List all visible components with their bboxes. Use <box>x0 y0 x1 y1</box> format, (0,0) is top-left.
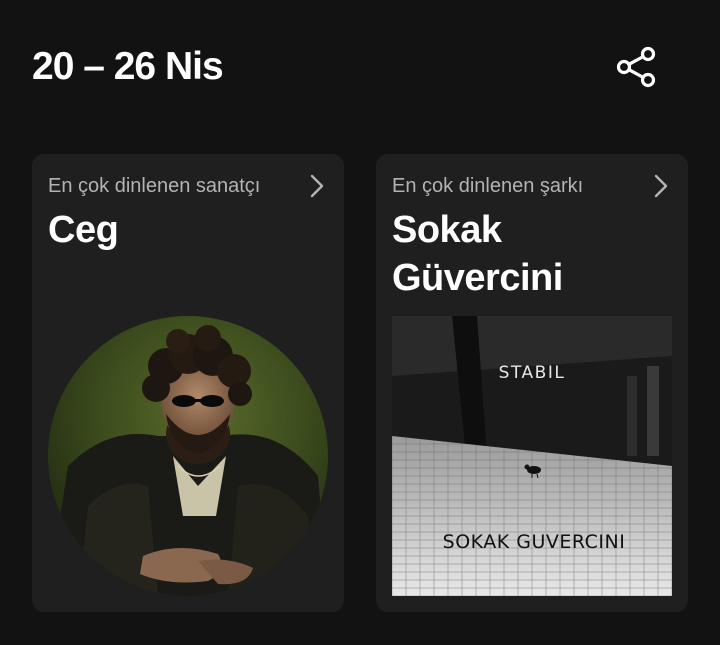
top-song-label: En çok dinlenen şarkı <box>392 175 584 197</box>
weekly-stats-screen: 20 – 26 Nis En çok dinlenen sanatçı Ceg <box>0 0 720 645</box>
artist-photo <box>48 316 328 596</box>
header: 20 – 26 Nis <box>32 38 688 98</box>
share-button[interactable] <box>612 42 662 92</box>
top-artist-name: Ceg <box>48 209 119 251</box>
chevron-right-icon <box>654 174 668 198</box>
chevron-right-icon <box>310 174 324 198</box>
album-cover: STABIL SOKAK GUVERCINI <box>392 316 672 596</box>
album-artist-text: STABIL <box>499 363 566 383</box>
top-artist-label: En çok dinlenen sanatçı <box>48 175 261 197</box>
share-icon <box>616 46 656 88</box>
album-title-text: SOKAK GUVERCINI <box>443 531 626 553</box>
top-song-card[interactable]: En çok dinlenen şarkı Sokak Güvercini ST… <box>376 154 688 612</box>
week-range-title: 20 – 26 Nis <box>32 45 224 88</box>
top-artist-card[interactable]: En çok dinlenen sanatçı Ceg <box>32 154 344 612</box>
top-song-title: Sokak Güvercini <box>392 209 563 299</box>
